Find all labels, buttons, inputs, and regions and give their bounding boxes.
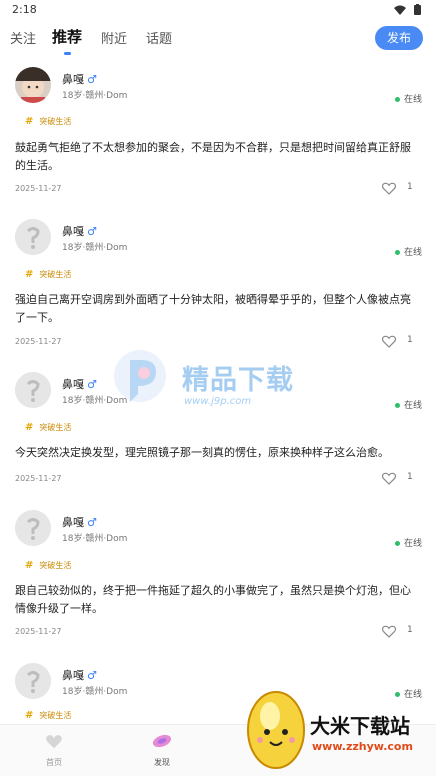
- like-button[interactable]: 1: [381, 470, 421, 486]
- watermark-logo-icon: [114, 350, 166, 402]
- tab-follow[interactable]: 关注: [10, 28, 36, 47]
- corner-watermark-logo: 大米下载站 www.zzhyw.com: [240, 676, 436, 776]
- topic-tag[interactable]: # 突破生活: [25, 116, 71, 127]
- top-tab-bar: 关注 推荐 附近 话题 发布: [0, 22, 436, 58]
- topic-tag[interactable]: # 突破生活: [25, 560, 71, 571]
- user-meta: 18岁·赣州·Dom: [62, 243, 128, 253]
- nav-home[interactable]: 首页: [34, 733, 74, 768]
- online-status: 在线: [394, 245, 422, 258]
- corner-logo-url: www.zzhyw.com: [312, 740, 413, 753]
- nav-home-label: 首页: [46, 758, 62, 767]
- online-dot-icon: [394, 403, 400, 408]
- discover-icon: [152, 734, 172, 748]
- user-meta: 18岁·赣州·Dom: [62, 687, 128, 697]
- hash-icon: #: [25, 269, 34, 280]
- heart-icon: [381, 182, 397, 195]
- male-icon: ♂: [87, 225, 97, 238]
- avatar[interactable]: [15, 219, 51, 255]
- like-button[interactable]: 1: [381, 623, 421, 639]
- status-bar: 2:18: [0, 0, 436, 20]
- post-date: 2025-11-27: [15, 184, 62, 193]
- heart-icon: [381, 625, 397, 638]
- heart-home-icon: [46, 735, 62, 749]
- like-button[interactable]: 1: [381, 333, 421, 349]
- post-date: 2025-11-27: [15, 627, 62, 636]
- status-time: 2:18: [12, 3, 37, 16]
- post-content[interactable]: 跟自己较劲似的，终于把一件拖延了超久的小事做完了，虽然只是换个灯泡，但心情像升级…: [15, 582, 420, 618]
- male-icon: ♂: [87, 669, 97, 682]
- online-status: 在线: [394, 92, 422, 105]
- online-status: 在线: [394, 536, 422, 549]
- hash-icon: #: [25, 116, 34, 127]
- watermark: 精品下载 www.j9p.com: [108, 346, 293, 416]
- online-dot-icon: [394, 541, 400, 546]
- online-dot-icon: [394, 97, 400, 102]
- active-tab-indicator: [64, 52, 71, 55]
- avatar[interactable]: [15, 67, 51, 103]
- post-feed[interactable]: 鼻嘎 ♂ 18岁·赣州·Dom 在线 # 突破生活 鼓起勇气拒绝了不太想参加的聚会，…: [0, 60, 436, 724]
- post-content[interactable]: 鼓起勇气拒绝了不太想参加的聚会，不是因为不合群，只是想把时间留给真正舒服的生活。: [15, 139, 420, 175]
- heart-icon: [381, 335, 397, 348]
- avatar[interactable]: [15, 510, 51, 546]
- post-date: 2025-11-27: [15, 337, 62, 346]
- corner-logo-text: 大米下载站: [310, 714, 410, 738]
- username[interactable]: 鼻嘎 ♂: [62, 514, 97, 530]
- topic-tag[interactable]: # 突破生活: [25, 269, 71, 280]
- male-icon: ♂: [87, 73, 97, 86]
- egg-mascot-icon: [247, 691, 305, 769]
- post-date: 2025-11-27: [15, 474, 62, 483]
- online-dot-icon: [394, 250, 400, 255]
- username[interactable]: 鼻嘎 ♂: [62, 71, 97, 87]
- watermark-url: www.j9p.com: [184, 396, 252, 407]
- like-button[interactable]: 1: [381, 180, 421, 196]
- online-status: 在线: [394, 398, 422, 411]
- topic-tag[interactable]: # 突破生活: [25, 710, 71, 721]
- tab-topics[interactable]: 话题: [146, 28, 172, 47]
- like-count: 1: [407, 335, 413, 345]
- post-content[interactable]: 今天突然决定换发型，理完照镜子那一刻真的愣住，原来换种样子这么治愈。: [15, 444, 420, 462]
- avatar[interactable]: [15, 663, 51, 699]
- hash-icon: #: [25, 710, 34, 721]
- heart-icon: [381, 472, 397, 485]
- nav-discover-label: 发现: [154, 758, 170, 767]
- nav-discover[interactable]: 发现: [142, 733, 182, 768]
- tab-nearby[interactable]: 附近: [101, 28, 127, 47]
- wifi-battery-icon: [394, 4, 421, 15]
- user-meta: 18岁·赣州·Dom: [62, 91, 128, 101]
- like-count: 1: [407, 182, 413, 192]
- hash-icon: #: [25, 560, 34, 571]
- watermark-text: 精品下载: [182, 365, 294, 396]
- username[interactable]: 鼻嘎 ♂: [62, 667, 97, 683]
- hash-icon: #: [25, 422, 34, 433]
- like-count: 1: [407, 472, 413, 482]
- username[interactable]: 鼻嘎 ♂: [62, 223, 97, 239]
- tab-recommend[interactable]: 推荐: [52, 26, 82, 47]
- publish-button[interactable]: 发布: [375, 26, 423, 50]
- post-content[interactable]: 强迫自己离开空调房到外面晒了十分钟太阳，被晒得晕乎乎的，但整个人像被点亮了一下。: [15, 291, 420, 327]
- avatar[interactable]: [15, 372, 51, 408]
- male-icon: ♂: [87, 516, 97, 529]
- male-icon: ♂: [87, 378, 97, 391]
- username[interactable]: 鼻嘎 ♂: [62, 376, 97, 392]
- user-meta: 18岁·赣州·Dom: [62, 534, 128, 544]
- topic-tag[interactable]: # 突破生活: [25, 422, 71, 433]
- like-count: 1: [407, 625, 413, 635]
